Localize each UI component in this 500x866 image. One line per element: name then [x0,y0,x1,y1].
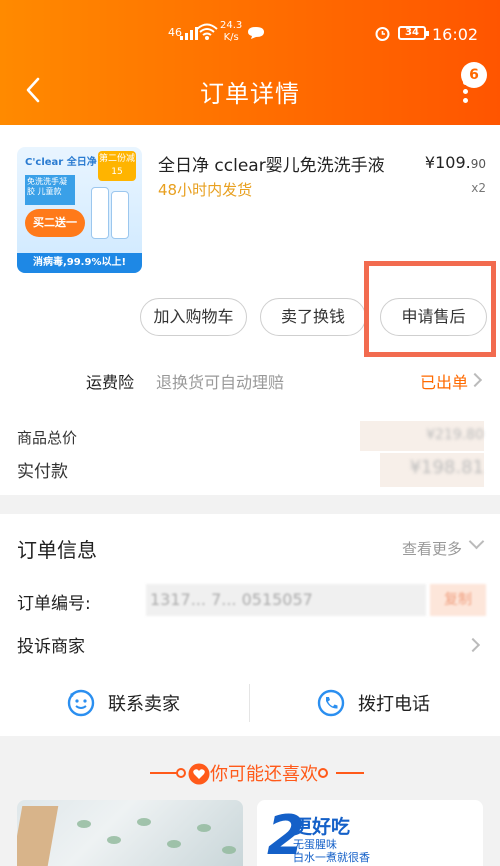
add-to-cart-button[interactable]: 加入购物车 [140,298,247,336]
shipping-insurance-label: 运费险 [86,373,135,392]
battery-icon: 34 [398,26,429,40]
recommend-item-food[interactable]: 2 更好吃 无蛋腥味 白水一煮就很香 [257,800,483,866]
thumb-promo: 买二送一 [25,209,85,237]
chevron-right-icon[interactable] [465,637,481,653]
product-thumbnail[interactable]: C'clear 全日净 第二份减15 免洗洗手凝胶 儿童款 买二送一 消病毒,9… [17,147,142,273]
recommend-headline: 更好吃 [293,816,351,838]
bottle-image [111,191,129,239]
goods-total-label: 商品总价 [17,429,78,447]
order-info-card: 订单信息 查看更多 订单编号: 1317... 7... 0515057 复制 … [0,514,500,736]
recommend-title: 你可能还喜欢 [210,764,318,785]
header-bar: 46 24.3 K/s 34 16:02 订单详情 6 [0,0,500,125]
message-icon [248,27,264,39]
net-speed: 24.3 K/s [220,20,243,43]
title-bar: 订单详情 6 [0,62,500,122]
product-price: ¥109.90 [424,153,486,172]
call-phone-button[interactable]: 拨打电话 [316,686,430,720]
goods-total-value: ¥219.80 [426,427,484,443]
shipping-insurance-desc: 退换货可自动理赔 [156,373,285,392]
clock: 16:02 [432,25,479,44]
product-name[interactable]: 全日净 cclear婴儿免洗洗手液 [158,151,385,176]
status-bar: 46 24.3 K/s 34 16:02 [0,20,500,56]
chevron-right-icon[interactable] [467,372,483,388]
call-phone-label: 拨打电话 [358,694,430,715]
recommend-item-bedding[interactable] [17,800,243,866]
bottle-image [91,187,109,239]
contact-seller-button[interactable]: 联系卖家 [66,686,180,720]
order-number-label: 订单编号: [17,594,91,614]
furniture-image [17,806,59,866]
message-badge[interactable]: 6 [461,62,487,88]
contact-seller-label: 联系卖家 [108,694,180,715]
thumb-brand: C'clear 全日净 [25,157,97,168]
product-card: C'clear 全日净 第二份减15 免洗洗手凝胶 儿童款 买二送一 消病毒,9… [0,125,500,495]
thumb-strip: 消病毒,99.9%以上! [17,253,142,273]
shipping-insurance-status[interactable]: 已出单 [420,369,468,393]
view-more-link[interactable]: 查看更多 [402,538,462,559]
product-quantity: x2 [471,181,486,195]
decor-dot [318,768,328,778]
highlight-box [364,261,496,357]
phone-icon [317,689,345,717]
shipping-note: 48小时内发货 [158,181,253,199]
order-number-value: 1317... 7... 0515057 [146,584,426,616]
complain-seller[interactable]: 投诉商家 [17,632,85,657]
copy-button[interactable]: 复制 [430,584,486,616]
chat-face-icon [67,689,95,717]
thumb-blue-label: 免洗洗手凝胶 儿童款 [25,175,75,205]
decor-line [336,772,364,774]
recommend-subtext: 无蛋腥味 白水一煮就很香 [293,838,370,864]
paid-value: ¥198.81 [409,457,484,478]
chevron-down-icon[interactable] [468,533,485,550]
page-title: 订单详情 [200,80,300,108]
resell-button[interactable]: 卖了换钱 [260,298,366,336]
alarm-icon [375,27,390,41]
order-info-title: 订单信息 [17,538,97,562]
thumb-corner-badge: 第二份减15 [98,151,136,181]
wifi-icon [196,23,218,40]
contact-row: 联系卖家 拨打电话 [0,674,500,732]
divider [249,684,250,722]
paid-label: 实付款 [17,462,68,482]
